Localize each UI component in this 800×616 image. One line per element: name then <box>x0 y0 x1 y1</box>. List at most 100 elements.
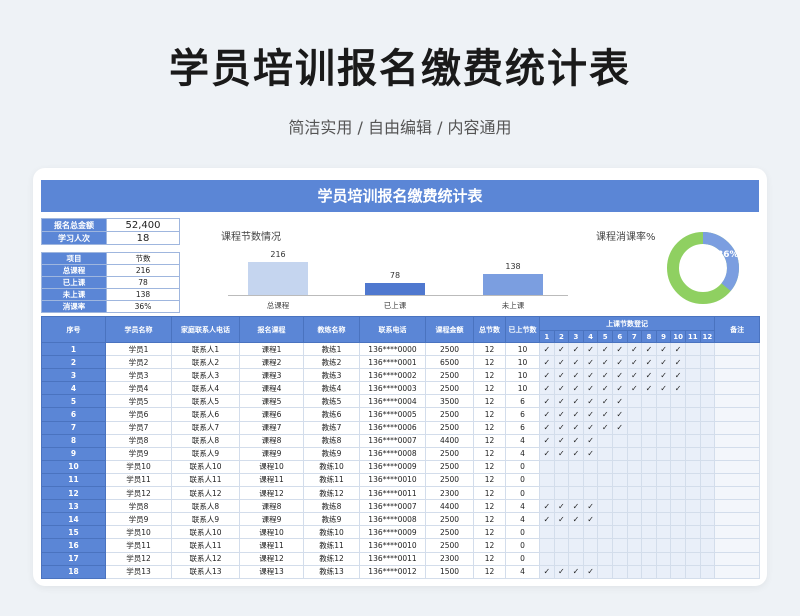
lesson-summary-value[interactable]: 138 <box>106 288 180 301</box>
lesson-check-cell[interactable]: ✓ <box>655 341 672 357</box>
course-cell[interactable]: 课程12 <box>239 551 304 566</box>
lesson-check-cell[interactable] <box>684 472 701 488</box>
student-name-cell[interactable]: 学员13 <box>105 564 172 579</box>
lesson-check-cell[interactable]: ✓ <box>539 433 555 448</box>
note-cell[interactable] <box>714 512 761 527</box>
total-lessons-cell[interactable]: 12 <box>473 525 506 540</box>
course-cell[interactable]: 课程11 <box>239 538 304 553</box>
lesson-check-cell[interactable] <box>684 499 701 514</box>
lesson-check-cell[interactable] <box>553 525 570 540</box>
lesson-check-cell[interactable]: ✓ <box>568 420 584 435</box>
row-number-cell[interactable]: 17 <box>41 551 106 566</box>
lesson-check-cell[interactable] <box>699 446 716 461</box>
lesson-check-cell[interactable] <box>539 538 555 553</box>
lesson-check-cell[interactable]: ✓ <box>611 341 628 357</box>
course-cell[interactable]: 课程11 <box>239 472 304 488</box>
total-lessons-cell[interactable]: 12 <box>473 420 506 435</box>
lesson-check-cell[interactable]: ✓ <box>641 368 657 383</box>
done-lessons-cell[interactable]: 4 <box>505 512 540 527</box>
lesson-check-cell[interactable]: ✓ <box>611 420 628 435</box>
fee-cell[interactable]: 6500 <box>425 355 474 370</box>
lesson-check-cell[interactable]: ✓ <box>626 355 643 370</box>
note-cell[interactable] <box>714 420 761 435</box>
lesson-check-cell[interactable] <box>539 459 555 474</box>
course-cell[interactable]: 课程6 <box>239 407 304 422</box>
lesson-check-cell[interactable] <box>626 446 643 461</box>
coach-cell[interactable]: 教练8 <box>303 499 360 514</box>
lesson-check-cell[interactable]: ✓ <box>611 407 628 422</box>
lesson-check-cell[interactable]: ✓ <box>582 564 599 579</box>
note-cell[interactable] <box>714 381 761 396</box>
lesson-check-cell[interactable] <box>655 446 672 461</box>
lesson-check-cell[interactable]: ✓ <box>553 499 570 514</box>
lesson-check-cell[interactable] <box>597 564 613 579</box>
lesson-check-cell[interactable]: ✓ <box>553 564 570 579</box>
lesson-check-cell[interactable] <box>611 551 628 566</box>
lesson-check-cell[interactable]: ✓ <box>641 341 657 357</box>
lesson-check-cell[interactable]: ✓ <box>568 381 584 396</box>
total-lessons-cell[interactable]: 12 <box>473 472 506 488</box>
student-name-cell[interactable]: 学员12 <box>105 551 172 566</box>
coach-cell[interactable]: 教练10 <box>303 525 360 540</box>
lesson-check-cell[interactable]: ✓ <box>641 355 657 370</box>
total-lessons-cell[interactable]: 12 <box>473 499 506 514</box>
course-cell[interactable]: 课程1 <box>239 341 304 357</box>
lesson-check-cell[interactable]: ✓ <box>568 564 584 579</box>
family-contact-cell[interactable]: 联系人5 <box>171 394 240 409</box>
phone-cell[interactable]: 136****0003 <box>359 381 426 396</box>
done-lessons-cell[interactable]: 4 <box>505 446 540 461</box>
coach-cell[interactable]: 教练12 <box>303 551 360 566</box>
row-number-cell[interactable]: 3 <box>41 368 106 383</box>
course-cell[interactable]: 课程2 <box>239 355 304 370</box>
phone-cell[interactable]: 136****0010 <box>359 472 426 488</box>
lesson-check-cell[interactable] <box>626 433 643 448</box>
lesson-check-cell[interactable]: ✓ <box>670 368 686 383</box>
lesson-check-cell[interactable] <box>597 525 613 540</box>
coach-cell[interactable]: 教练4 <box>303 381 360 396</box>
family-contact-cell[interactable]: 联系人3 <box>171 368 240 383</box>
lesson-check-cell[interactable]: ✓ <box>582 499 599 514</box>
lesson-check-cell[interactable]: ✓ <box>553 394 570 409</box>
row-number-cell[interactable]: 15 <box>41 525 106 540</box>
coach-cell[interactable]: 教练10 <box>303 459 360 474</box>
total-lessons-cell[interactable]: 12 <box>473 564 506 579</box>
family-contact-cell[interactable]: 联系人12 <box>171 486 240 501</box>
note-cell[interactable] <box>714 564 761 579</box>
lesson-check-cell[interactable] <box>655 499 672 514</box>
done-lessons-cell[interactable]: 6 <box>505 420 540 435</box>
row-number-cell[interactable]: 1 <box>41 341 106 357</box>
lesson-check-cell[interactable] <box>611 499 628 514</box>
lesson-check-cell[interactable] <box>611 538 628 553</box>
family-contact-cell[interactable]: 联系人1 <box>171 341 240 357</box>
lesson-check-cell[interactable] <box>699 472 716 488</box>
lesson-check-cell[interactable] <box>641 525 657 540</box>
family-contact-cell[interactable]: 联系人7 <box>171 420 240 435</box>
fee-cell[interactable]: 1500 <box>425 564 474 579</box>
lesson-check-cell[interactable] <box>611 564 628 579</box>
coach-cell[interactable]: 教练13 <box>303 564 360 579</box>
lesson-check-cell[interactable] <box>626 564 643 579</box>
fee-cell[interactable]: 2500 <box>425 446 474 461</box>
lesson-check-cell[interactable] <box>684 355 701 370</box>
row-number-cell[interactable]: 5 <box>41 394 106 409</box>
lesson-check-cell[interactable] <box>641 446 657 461</box>
done-lessons-cell[interactable]: 4 <box>505 564 540 579</box>
lesson-check-cell[interactable] <box>626 420 643 435</box>
family-contact-cell[interactable]: 联系人8 <box>171 499 240 514</box>
lesson-check-cell[interactable] <box>641 472 657 488</box>
lesson-check-cell[interactable] <box>641 459 657 474</box>
fee-cell[interactable]: 4400 <box>425 499 474 514</box>
lesson-check-cell[interactable] <box>611 446 628 461</box>
lesson-check-cell[interactable] <box>626 486 643 501</box>
total-lessons-cell[interactable]: 12 <box>473 446 506 461</box>
lesson-check-cell[interactable]: ✓ <box>597 407 613 422</box>
lesson-check-cell[interactable] <box>699 381 716 396</box>
lesson-check-cell[interactable] <box>684 381 701 396</box>
total-lessons-cell[interactable]: 12 <box>473 355 506 370</box>
note-cell[interactable] <box>714 525 761 540</box>
lesson-check-cell[interactable]: ✓ <box>539 512 555 527</box>
lesson-check-cell[interactable] <box>641 499 657 514</box>
lesson-check-cell[interactable] <box>699 433 716 448</box>
lesson-check-cell[interactable] <box>684 459 701 474</box>
note-cell[interactable] <box>714 341 761 357</box>
